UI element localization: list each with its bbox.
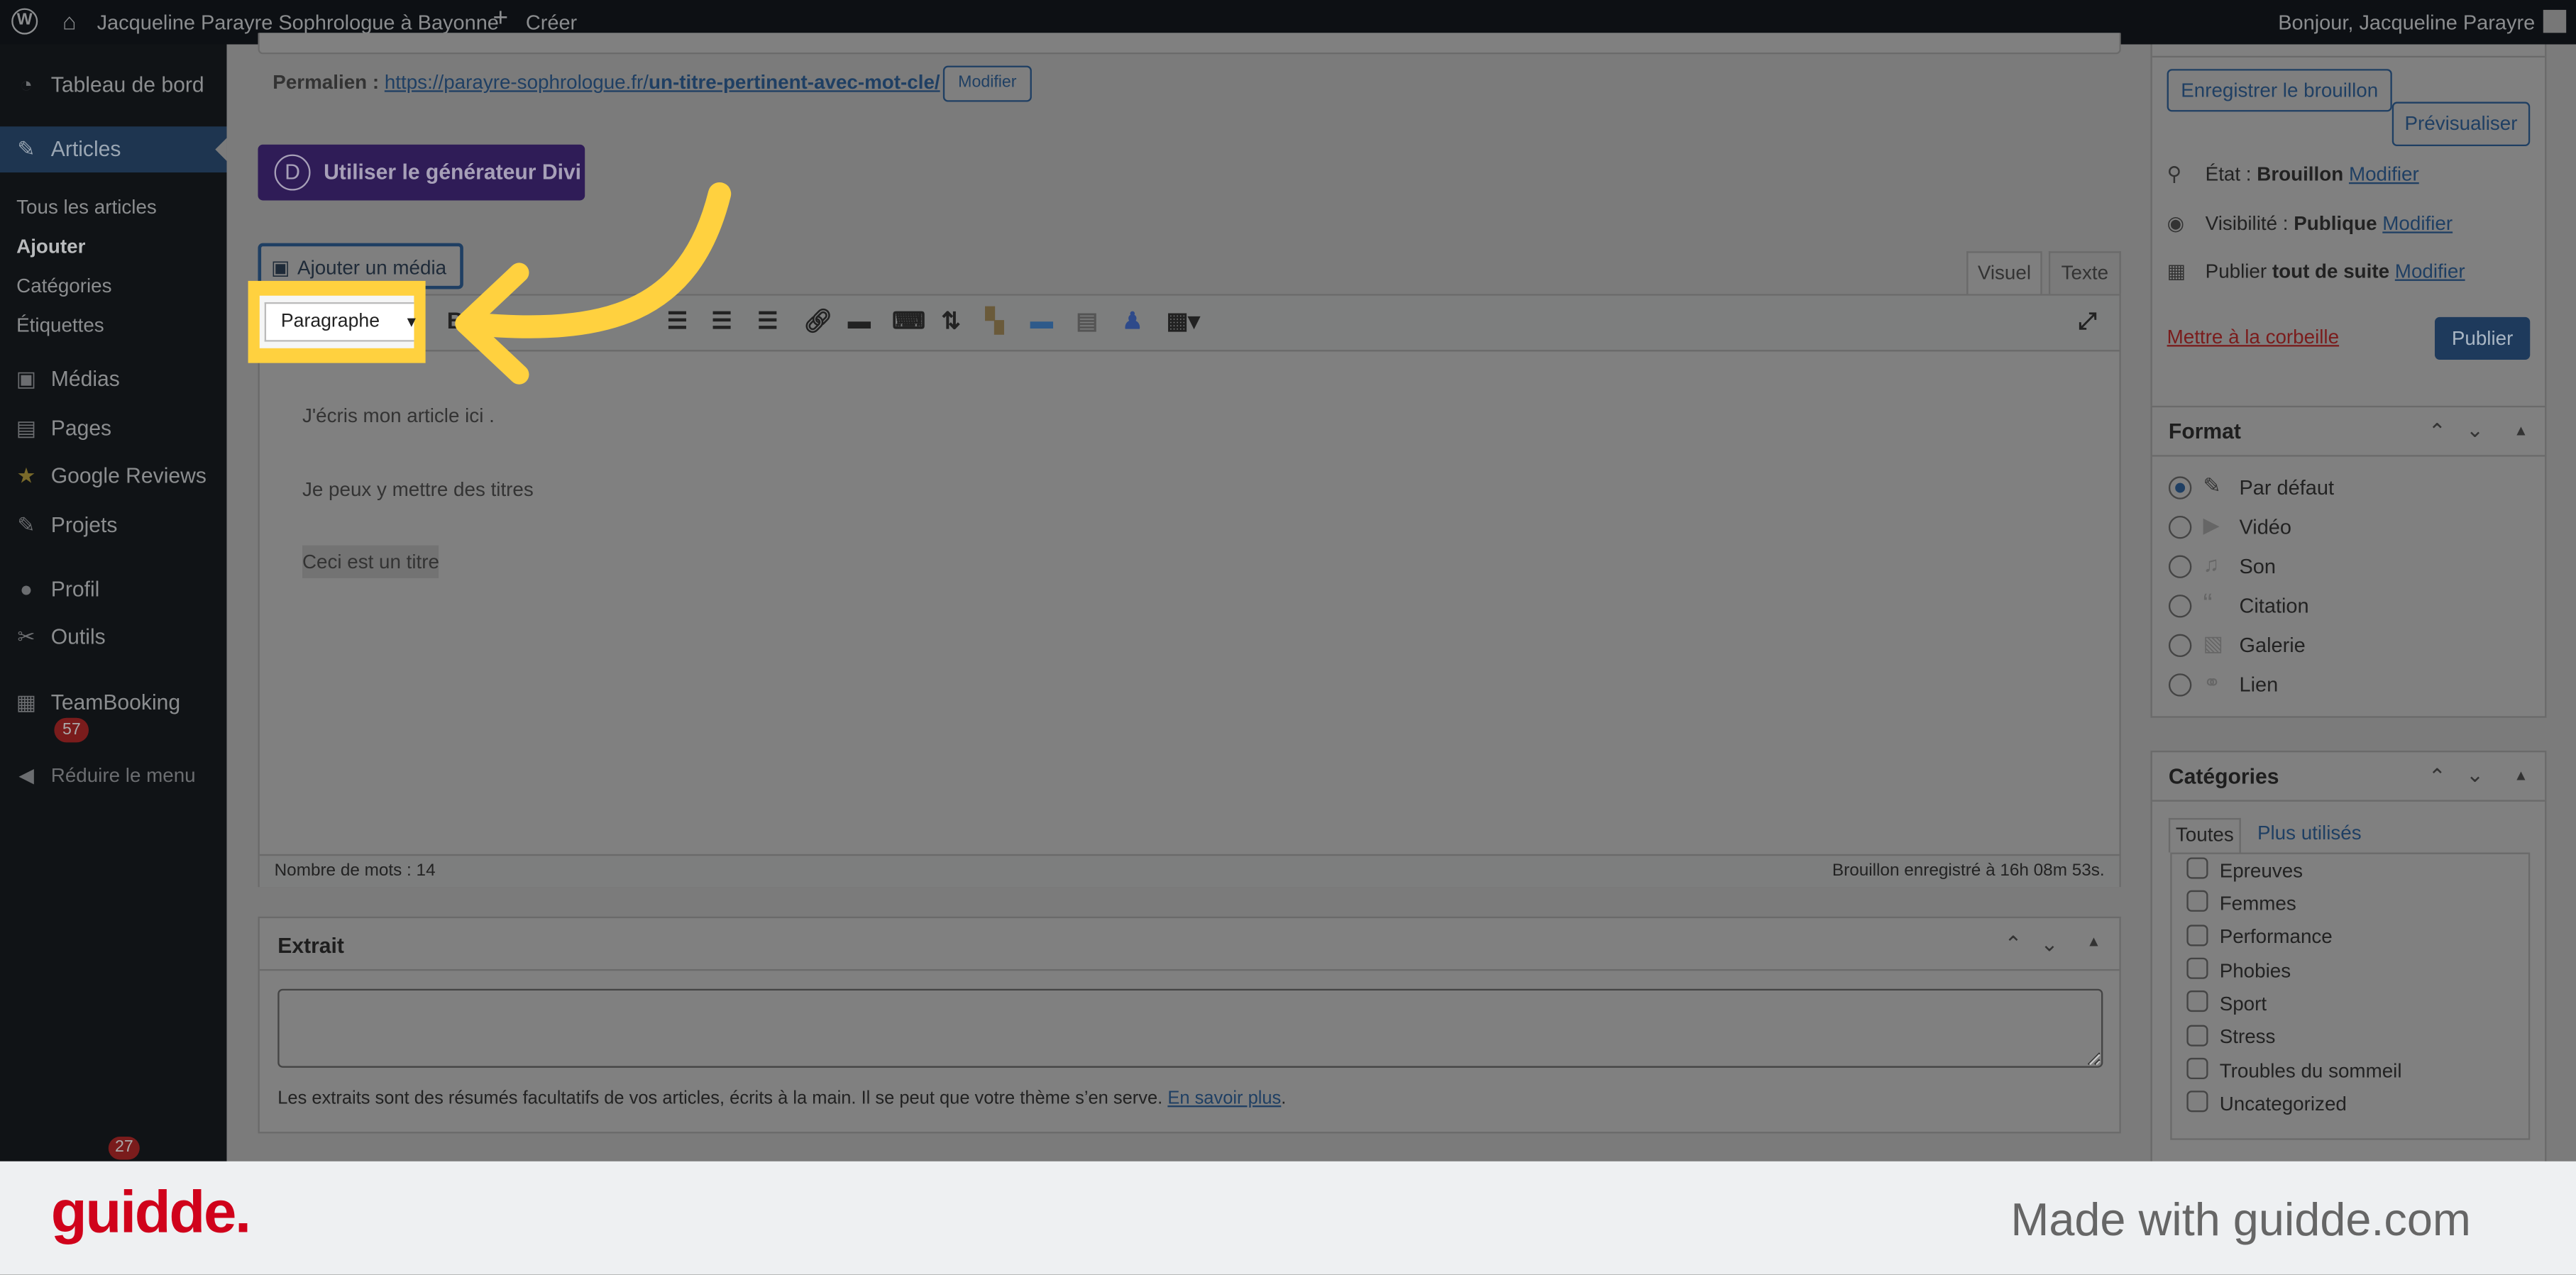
guidde-footer: guidde. Made with guidde.com <box>0 1161 2576 1275</box>
category-checkbox[interactable] <box>2186 924 2208 946</box>
publish-button[interactable]: Publier <box>2434 316 2531 360</box>
save-draft-button[interactable]: Enregistrer le brouillon <box>2167 69 2392 112</box>
video-icon: ▶ <box>2203 512 2220 538</box>
link-icon: ⚭ <box>2203 670 2221 695</box>
calendar-icon: ▦ <box>2167 259 2186 283</box>
format-radio-quote[interactable] <box>2168 595 2192 618</box>
move-up-icon[interactable]: ⌃ <box>2004 932 2022 958</box>
move-up-icon[interactable]: ⌃ <box>2428 764 2446 790</box>
made-with-text: Made with guidde.com <box>2010 1194 2471 1245</box>
tab-all-categories[interactable]: Toutes <box>2168 817 2241 853</box>
move-up-icon[interactable]: ⌃ <box>2428 419 2446 445</box>
trash-link[interactable]: Mettre à la corbeille <box>2167 325 2339 348</box>
status-row: ⚲ État : Brouillon Modifier <box>2167 162 2419 186</box>
category-checkbox[interactable] <box>2186 857 2208 879</box>
schedule-row: ▦ Publier tout de suite Modifier <box>2167 259 2465 283</box>
move-down-icon[interactable]: ⌄ <box>2466 762 2484 788</box>
categories-box <box>2150 751 2547 1178</box>
excerpt-box: Extrait ⌃ ⌄ ▲ Les extraits sont des résu… <box>258 916 2121 1134</box>
move-down-icon[interactable]: ⌄ <box>2466 417 2484 443</box>
toggle-panel-icon[interactable]: ▲ <box>2514 422 2528 438</box>
format-radio-audio[interactable] <box>2168 555 2192 578</box>
format-radio-gallery[interactable] <box>2168 634 2192 658</box>
move-down-icon[interactable]: ⌄ <box>2040 932 2058 958</box>
edit-visibility-link[interactable]: Modifier <box>2382 212 2453 235</box>
category-checkbox[interactable] <box>2186 1091 2208 1113</box>
toggle-panel-icon[interactable]: ▲ <box>2514 767 2528 783</box>
visibility-row: ◉ Visibilité : Publique Modifier <box>2167 211 2453 236</box>
toggle-panel-icon[interactable]: ▲ <box>2086 933 2101 949</box>
gallery-icon: ▧ <box>2203 630 2224 656</box>
learn-more-link[interactable]: En savoir plus <box>1167 1089 1281 1109</box>
preview-button[interactable]: Prévisualiser <box>2391 101 2531 147</box>
edit-schedule-link[interactable]: Modifier <box>2395 260 2465 282</box>
tab-most-used[interactable]: Plus utilisés <box>2257 822 2362 844</box>
category-checkbox[interactable] <box>2186 890 2208 912</box>
excerpt-textarea[interactable] <box>277 988 2103 1068</box>
excerpt-title: Extrait <box>277 932 344 958</box>
format-radio-video[interactable] <box>2168 515 2192 539</box>
format-title: Format <box>2168 419 2241 444</box>
music-icon: ♫ <box>2203 551 2220 577</box>
format-radio-link[interactable] <box>2168 673 2192 697</box>
quote-icon: “ <box>2203 587 2213 619</box>
format-radio-default[interactable] <box>2168 476 2192 499</box>
categories-title: Catégories <box>2168 763 2279 789</box>
category-checkbox[interactable] <box>2186 1057 2208 1080</box>
category-checkbox[interactable] <box>2186 990 2208 1012</box>
guidde-logo: guidde. <box>50 1177 251 1245</box>
category-checkbox[interactable] <box>2186 1025 2208 1047</box>
category-checkbox[interactable] <box>2186 957 2208 979</box>
excerpt-help: Les extraits sont des résumés facultatif… <box>277 1088 1287 1109</box>
edit-status-link[interactable]: Modifier <box>2349 162 2419 185</box>
pin-icon: ✎ <box>2203 473 2221 498</box>
eye-icon: ◉ <box>2167 211 2184 236</box>
key-icon: ⚲ <box>2167 162 2181 186</box>
